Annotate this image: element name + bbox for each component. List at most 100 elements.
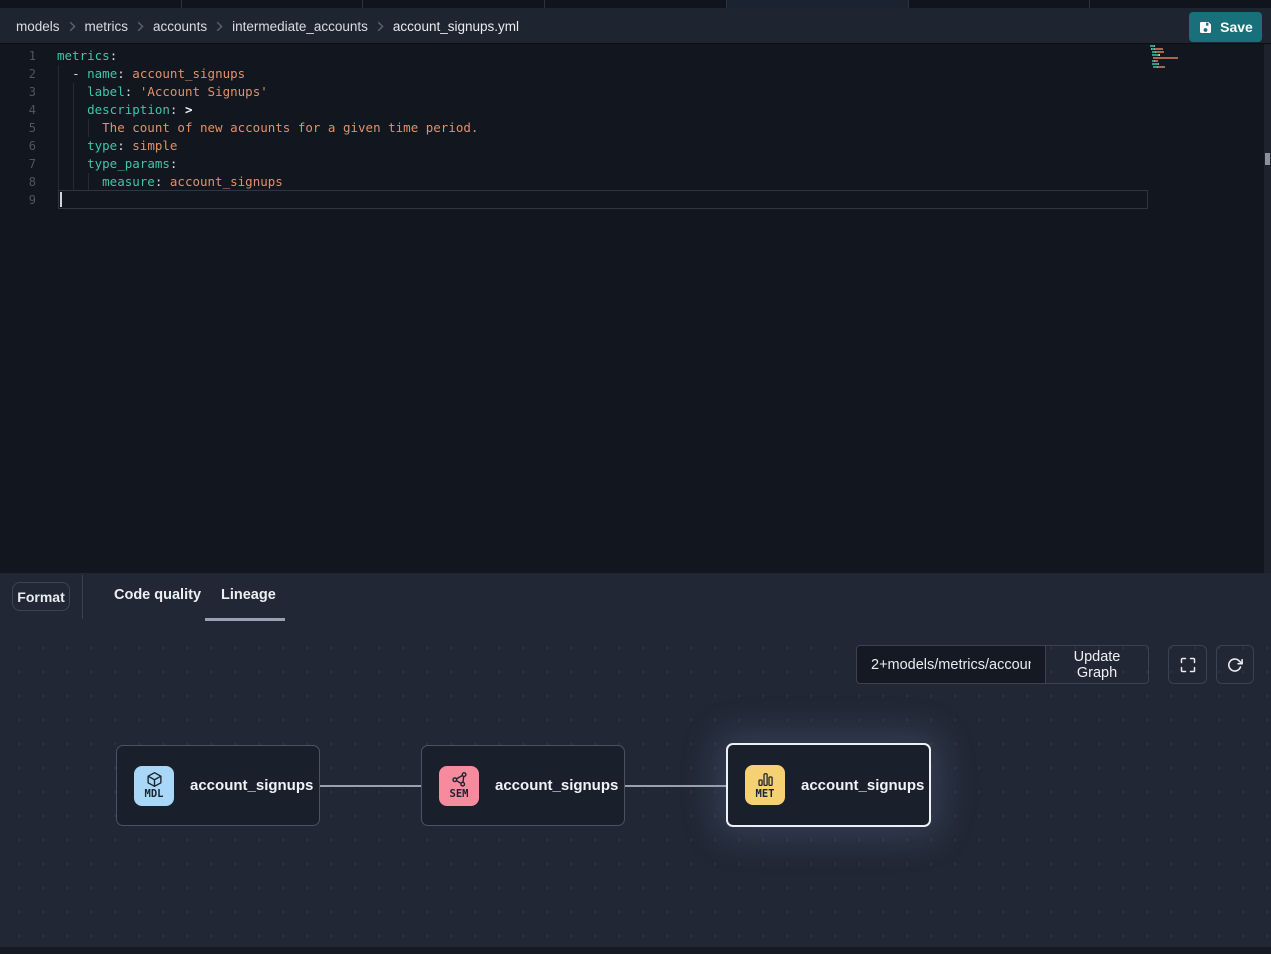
code-token: name <box>87 66 117 81</box>
minimap-token <box>1153 57 1178 59</box>
code-token: : <box>117 138 125 153</box>
minimap-token <box>1156 51 1165 53</box>
indent-guide <box>58 119 59 137</box>
code-line[interactable]: 3 label: 'Account Signups' <box>0 83 1271 101</box>
code-token: The count of new accounts for a given ti… <box>102 120 478 135</box>
code-token: : <box>117 66 125 81</box>
code-text: measure: account_signups <box>57 173 283 191</box>
chevron-right-icon <box>377 21 384 32</box>
top-tab-stub[interactable] <box>363 0 545 8</box>
code-line[interactable]: 7 type_params: <box>0 155 1271 173</box>
minimap-line <box>1150 63 1212 65</box>
top-tab-stub[interactable] <box>909 0 1091 8</box>
text-cursor <box>60 192 62 207</box>
minimap-token <box>1158 63 1159 65</box>
breadcrumb-item[interactable]: intermediate_accounts <box>232 19 368 34</box>
footer-strip <box>0 947 1271 954</box>
indent-guide <box>58 173 59 191</box>
code-token: - <box>72 66 87 81</box>
lineage-selector-input[interactable] <box>856 645 1046 684</box>
breadcrumb-item[interactable]: accounts <box>153 19 207 34</box>
line-number: 6 <box>0 137 36 155</box>
editor-scrollbar[interactable] <box>1264 44 1271 573</box>
code-editor[interactable]: 1metrics:2 - name: account_signups3 labe… <box>0 44 1271 573</box>
code-token <box>57 66 72 81</box>
fullscreen-button[interactable] <box>1168 645 1207 684</box>
code-line[interactable]: 1 metrics: <box>0 47 1271 65</box>
indent-guide <box>73 137 74 155</box>
chevron-right-icon <box>216 21 223 32</box>
line-number: 8 <box>0 173 36 191</box>
refresh-button[interactable] <box>1216 645 1254 684</box>
minimap-line <box>1150 54 1212 56</box>
line-number: 7 <box>0 155 36 173</box>
code-token: type <box>87 138 117 153</box>
minimap-token <box>1155 60 1158 62</box>
cube-icon: MDL <box>134 766 174 806</box>
line-number: 9 <box>0 191 36 209</box>
format-button[interactable]: Format <box>12 582 70 611</box>
breadcrumb-item[interactable]: account_signups.yml <box>393 19 519 34</box>
code-token: label <box>87 84 125 99</box>
minimap[interactable] <box>1150 45 1212 72</box>
line-number: 1 <box>0 47 36 65</box>
lineage-edge <box>625 785 726 787</box>
dbt-ide-window: models metrics accounts intermediate_accoun… <box>0 0 1271 954</box>
code-line[interactable]: 6 type: simple <box>0 137 1271 155</box>
breadcrumb-item[interactable]: metrics <box>85 19 129 34</box>
semantic-graph-icon: SEM <box>439 766 479 806</box>
code-token: : <box>110 48 118 63</box>
update-graph-button[interactable]: Update Graph <box>1045 645 1149 684</box>
node-name: account_signups <box>190 777 313 794</box>
code-line[interactable]: 5 The count of new accounts for a given … <box>0 119 1271 137</box>
minimap-line <box>1150 48 1212 50</box>
code-text: type: simple <box>57 137 177 155</box>
lineage-node-met[interactable]: METaccount_signups <box>726 743 931 827</box>
code-line[interactable]: 2 - name: account_signups <box>0 65 1271 83</box>
minimap-line <box>1150 51 1212 53</box>
code-token: metrics <box>57 48 110 63</box>
line-number: 2 <box>0 65 36 83</box>
top-tab-stub[interactable] <box>182 0 364 8</box>
indent-guide <box>73 173 74 191</box>
lineage-node-mdl[interactable]: MDL account_signups <box>116 745 320 826</box>
code-line[interactable]: 4 description: > <box>0 101 1271 119</box>
fullscreen-icon <box>1180 657 1196 673</box>
breadcrumb-item[interactable]: models <box>16 19 60 34</box>
code-text: - name: account_signups <box>57 65 245 83</box>
minimap-line <box>1150 45 1212 47</box>
node-type-label: MDL <box>145 788 164 800</box>
code-line[interactable]: 9 <box>0 191 1271 209</box>
tab-code-quality[interactable]: Code quality <box>114 587 201 603</box>
top-tab-strip <box>0 0 1271 8</box>
top-tab-stub[interactable] <box>1090 0 1271 8</box>
minimap-token <box>1159 54 1160 56</box>
bottom-panel: Format Code quality Lineage MDL account_si… <box>0 573 1271 954</box>
code-lines: 1metrics:2 - name: account_signups3 labe… <box>0 47 1271 209</box>
indent-guide <box>58 65 59 83</box>
node-name: account_signups <box>495 777 618 794</box>
scrollbar-handle[interactable] <box>1265 153 1270 165</box>
code-token: 'Account Signups' <box>140 84 268 99</box>
top-tab-stub[interactable] <box>0 0 182 8</box>
indent-guide <box>73 101 74 119</box>
chevron-right-icon <box>137 21 144 32</box>
code-token: account_signups <box>132 66 245 81</box>
minimap-line <box>1150 60 1212 62</box>
tab-lineage[interactable]: Lineage <box>221 587 276 603</box>
top-tab-stub[interactable] <box>727 0 909 8</box>
top-tab-stub[interactable] <box>545 0 727 8</box>
code-text: type_params: <box>57 155 177 173</box>
minimap-token <box>1154 45 1155 47</box>
active-line-highlight <box>58 190 1148 209</box>
code-text: The count of new accounts for a given ti… <box>57 119 478 137</box>
save-button[interactable]: Save <box>1189 12 1262 42</box>
line-number: 4 <box>0 101 36 119</box>
code-line[interactable]: 8 measure: account_signups <box>0 173 1271 191</box>
code-token <box>57 120 102 135</box>
line-number: 3 <box>0 83 36 101</box>
minimap-token <box>1155 48 1163 50</box>
code-token <box>57 174 102 189</box>
chevron-right-icon <box>69 21 76 32</box>
lineage-node-sem[interactable]: SEM account_signups <box>421 745 625 826</box>
